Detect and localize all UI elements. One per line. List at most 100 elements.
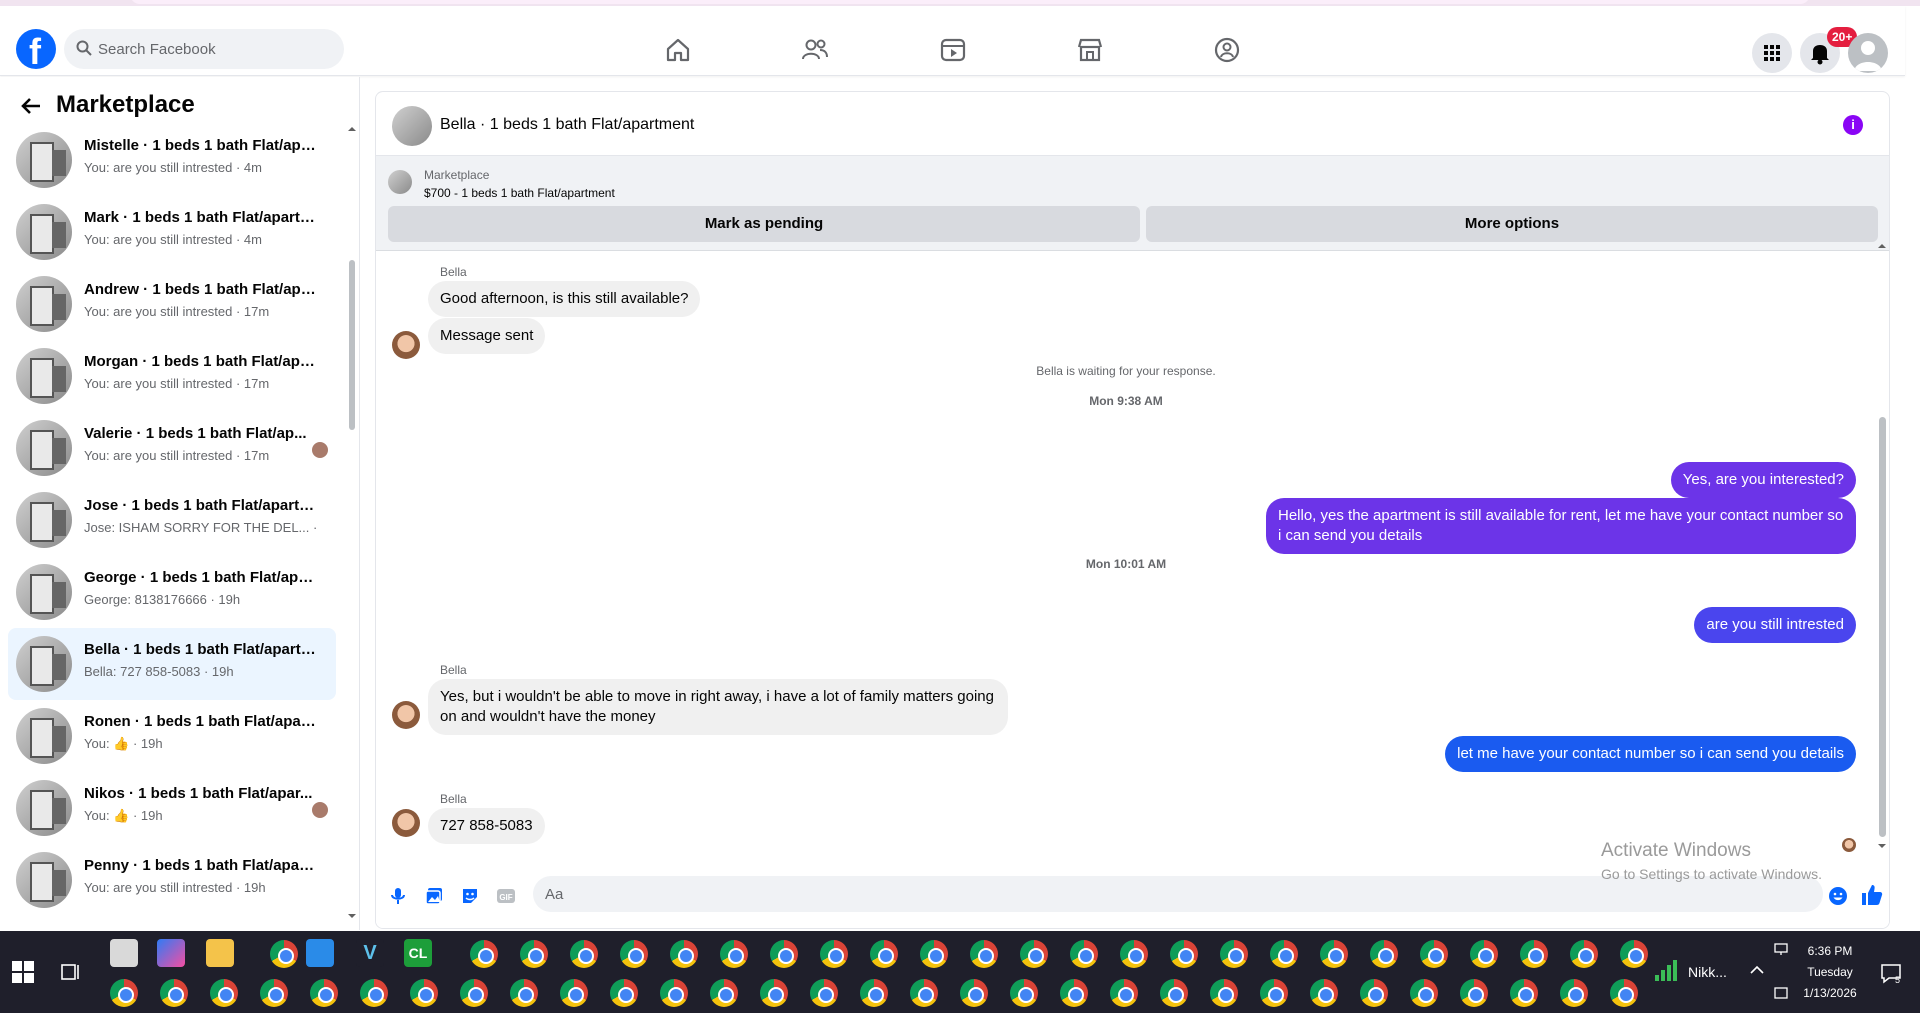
mark-as-pending-button[interactable]: Mark as pending [388, 206, 1140, 242]
thumbs-up-icon[interactable] [1860, 883, 1884, 907]
gif-icon[interactable]: GIF [496, 886, 516, 906]
chrome-icon[interactable] [670, 940, 698, 968]
paint-app-icon[interactable] [110, 939, 138, 967]
more-options-button[interactable]: More options [1146, 206, 1878, 242]
chat-scrollbar[interactable] [1876, 92, 1888, 928]
search-input[interactable] [98, 29, 328, 69]
video-icon[interactable] [939, 36, 967, 64]
outgoing-message[interactable]: let me have your contact number so i can… [1445, 736, 1856, 772]
conversation-item[interactable]: Penny · 1 beds 1 bath Flat/apart... You: … [8, 844, 336, 916]
chrome-icon[interactable] [470, 940, 498, 968]
chrome-icon[interactable] [1370, 940, 1398, 968]
app-icon[interactable]: CL [404, 939, 432, 967]
sender-avatar[interactable] [392, 331, 420, 359]
conversation-title[interactable]: Bella · 1 beds 1 bath Flat/apartment [440, 116, 694, 134]
chevron-up-icon[interactable] [1750, 965, 1764, 975]
chrome-icon[interactable] [260, 979, 288, 1007]
clock-date[interactable]: 1/13/2026 [1800, 986, 1860, 1000]
chrome-icon[interactable] [1420, 940, 1448, 968]
sidebar-scrollbar[interactable] [348, 125, 356, 920]
chrome-icon[interactable] [620, 940, 648, 968]
conversation-item[interactable]: Andrew · 1 beds 1 bath Flat/apar... You: … [8, 268, 336, 340]
chrome-icon[interactable] [810, 979, 838, 1007]
incoming-message[interactable]: Yes, but i wouldn't be able to move in r… [428, 679, 1008, 735]
outgoing-message[interactable]: Yes, are you interested? [1670, 462, 1856, 498]
chrome-icon[interactable] [110, 979, 138, 1007]
file-explorer-icon[interactable] [206, 939, 234, 967]
taskbar-user-label[interactable]: Nikk... [1688, 964, 1727, 980]
chrome-icon[interactable] [820, 940, 848, 968]
chrome-icon[interactable] [1610, 979, 1638, 1007]
scroll-down-icon[interactable] [1878, 842, 1886, 850]
chrome-icon[interactable] [360, 979, 388, 1007]
sidebar-scroll-thumb[interactable] [349, 260, 355, 430]
app-icon[interactable]: V [356, 939, 384, 967]
incoming-message[interactable]: 727 858-5083 [428, 808, 545, 844]
listing-thumbnail[interactable] [392, 106, 432, 146]
chrome-icon[interactable] [920, 940, 948, 968]
chrome-icon[interactable] [1570, 940, 1598, 968]
incoming-message[interactable]: Message sent [428, 318, 546, 354]
chrome-icon[interactable] [1060, 979, 1088, 1007]
microphone-icon[interactable] [388, 886, 408, 906]
chrome-icon[interactable] [1260, 979, 1288, 1007]
groups-icon[interactable] [1213, 36, 1241, 64]
chrome-icon[interactable] [1460, 979, 1488, 1007]
conversation-item[interactable]: Mistelle · 1 beds 1 bath Flat/apar... You… [8, 124, 336, 196]
facebook-logo-icon[interactable]: f [16, 29, 56, 72]
clock-day[interactable]: Tuesday [1800, 965, 1860, 979]
chrome-icon[interactable] [1160, 979, 1188, 1007]
marketplace-icon[interactable] [1076, 36, 1104, 64]
chrome-icon[interactable] [660, 979, 688, 1007]
chrome-icon[interactable] [1620, 940, 1648, 968]
chrome-icon[interactable] [410, 979, 438, 1007]
chrome-icon[interactable] [1010, 979, 1038, 1007]
menu-grid-button[interactable] [1752, 33, 1792, 73]
back-arrow-icon[interactable] [20, 95, 42, 117]
chrome-icon[interactable] [1020, 940, 1048, 968]
chrome-icon[interactable] [760, 979, 788, 1007]
conversation-item[interactable]: Mark · 1 beds 1 bath Flat/apartm... You: … [8, 196, 336, 268]
address-bar[interactable] [130, 0, 1810, 4]
chrome-icon[interactable] [1110, 979, 1138, 1007]
chrome-icon[interactable] [720, 940, 748, 968]
chrome-icon[interactable] [1560, 979, 1588, 1007]
chrome-icon[interactable] [610, 979, 638, 1007]
chrome-icon[interactable] [1410, 979, 1438, 1007]
copilot-icon[interactable] [157, 939, 185, 967]
chrome-icon[interactable] [1510, 979, 1538, 1007]
chrome-icon[interactable] [1170, 940, 1198, 968]
chrome-icon[interactable] [1320, 940, 1348, 968]
display-icon[interactable] [1774, 942, 1788, 956]
chrome-icon[interactable] [1470, 940, 1498, 968]
tablet-icon[interactable] [1774, 986, 1788, 1000]
chrome-icon[interactable] [910, 979, 938, 1007]
chrome-icon[interactable] [1070, 940, 1098, 968]
account-avatar[interactable] [1848, 33, 1888, 73]
outgoing-message[interactable]: Hello, yes the apartment is still availa… [1266, 498, 1856, 554]
chrome-icon[interactable] [1310, 979, 1338, 1007]
chrome-icon[interactable] [770, 940, 798, 968]
home-icon[interactable] [664, 36, 692, 64]
sender-avatar[interactable] [392, 809, 420, 837]
chrome-icon[interactable] [870, 940, 898, 968]
chrome-icon[interactable] [160, 979, 188, 1007]
chrome-icon[interactable] [710, 979, 738, 1007]
scroll-down-icon[interactable] [348, 912, 356, 920]
chrome-icon[interactable] [520, 940, 548, 968]
scroll-up-icon[interactable] [348, 125, 356, 133]
chrome-icon[interactable] [960, 979, 988, 1007]
friends-icon[interactable] [801, 36, 829, 64]
chrome-icon[interactable] [1360, 979, 1388, 1007]
conversation-item[interactable]: Valerie · 1 beds 1 bath Flat/ap... You: a… [8, 412, 336, 484]
windows-start-icon[interactable] [12, 961, 34, 983]
chrome-icon[interactable] [1270, 940, 1298, 968]
chrome-icon[interactable] [310, 979, 338, 1007]
chrome-icon[interactable] [560, 979, 588, 1007]
chrome-icon[interactable] [570, 940, 598, 968]
incoming-message[interactable]: Good afternoon, is this still available? [428, 281, 701, 317]
conversation-item[interactable]: Jose · 1 beds 1 bath Flat/apartm... Jose:… [8, 484, 336, 556]
sender-avatar[interactable] [392, 701, 420, 729]
task-view-icon[interactable] [60, 961, 82, 983]
chrome-icon[interactable] [510, 979, 538, 1007]
